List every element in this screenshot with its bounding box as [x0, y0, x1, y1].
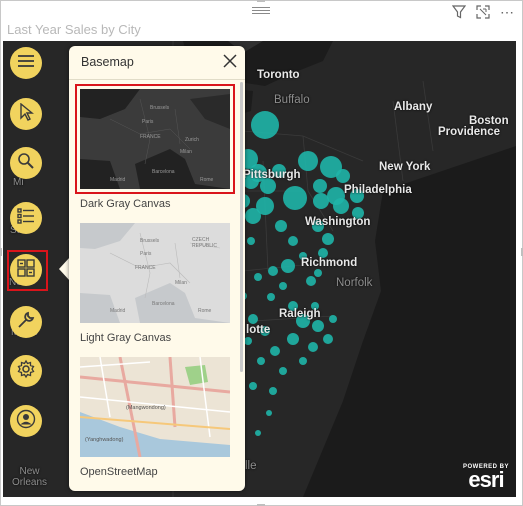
thumb-label: CZECH REPUBLIC: [192, 237, 218, 249]
thumb-label: FRANCE: [140, 134, 161, 140]
select-button[interactable]: [10, 98, 42, 130]
visual-title: Last Year Sales by City: [7, 22, 141, 37]
thumb-label: Brussels: [140, 238, 160, 244]
thumb-label: (Mangwondong): [126, 405, 166, 411]
focus-mode-icon[interactable]: [475, 4, 491, 20]
basemap-panel: Basemap Brussels Paris FRANCE Zurich Mil…: [69, 46, 245, 491]
city-label-albany: Albany: [394, 101, 433, 113]
resize-handle-top[interactable]: [257, 0, 265, 2]
panel-scrollbar[interactable]: [240, 82, 243, 372]
thumb-label: Brussels: [150, 105, 170, 111]
basemap-button-highlight: [7, 250, 48, 291]
more-options-icon[interactable]: ⋯: [499, 4, 515, 20]
basemap-thumb-openstreetmap[interactable]: (Mangwondong) (Yanghwadong): [80, 357, 230, 457]
city-label-richmond: Richmond: [301, 257, 358, 269]
city-label-buffalo: Buffalo: [274, 94, 310, 106]
menu-button[interactable]: [10, 47, 42, 79]
panel-divider: [69, 79, 245, 80]
basemap-label-openstreetmap[interactable]: OpenStreetMap: [80, 466, 158, 478]
city-label-washington: Washington: [305, 216, 371, 228]
city-label-raleigh: Raleigh: [279, 308, 321, 320]
map-toolbar: [3, 41, 53, 497]
thumb-label: Barcelona: [152, 301, 175, 307]
city-label-philadelphia: Philadelphia: [344, 184, 412, 196]
tools-wrench-icon: [17, 311, 35, 334]
thumb-label: Rome: [198, 308, 212, 314]
city-label-norfolk: Norfolk: [336, 277, 373, 289]
drag-handle-icon[interactable]: [252, 5, 270, 14]
city-label-toronto: Toronto: [257, 69, 300, 81]
thumb-label: Milan: [175, 280, 187, 286]
filter-icon[interactable]: [451, 4, 467, 20]
thumb-label: Milan: [180, 149, 192, 155]
basemap-thumb-light-gray[interactable]: Brussels Paris CZECH REPUBLIC FRANCE Mil…: [80, 223, 230, 323]
thumb-label: (Yanghwadong): [85, 437, 124, 443]
esri-attribution: POWERED BY esri: [463, 464, 509, 492]
esri-logo: esri: [468, 467, 504, 492]
city-label-new-york: New York: [379, 161, 431, 173]
thumb-label: Zurich: [185, 137, 199, 143]
basemap-panel-title: Basemap: [81, 55, 134, 69]
thumb-label: Madrid: [110, 177, 126, 183]
select-pointer-icon: [18, 102, 34, 126]
settings-gear-icon: [16, 359, 36, 384]
thumb-label: FRANCE: [135, 265, 156, 271]
city-label-jacksonville-partial: lle: [245, 460, 257, 472]
search-button[interactable]: [10, 147, 42, 179]
user-avatar-icon: [16, 409, 36, 434]
basemap-label-light-gray[interactable]: Light Gray Canvas: [80, 332, 171, 344]
menu-icon: [17, 54, 35, 73]
map-canvas[interactable]: Toronto Buffalo Albany Boston Providence…: [3, 41, 516, 497]
dark-thumb-labels: Brussels Paris FRANCE Zurich Milan Madri…: [80, 89, 230, 189]
resize-handle-left[interactable]: [0, 248, 2, 256]
account-button[interactable]: [10, 405, 42, 437]
city-label-pittsburgh: Pittsburgh: [243, 169, 301, 181]
basemap-thumb-dark-gray[interactable]: Brussels Paris FRANCE Zurich Milan Madri…: [80, 89, 230, 189]
search-icon: [17, 152, 35, 175]
layers-list-icon: [17, 207, 35, 230]
thumb-label: Paris: [140, 251, 152, 257]
osm-thumb-labels: (Mangwondong) (Yanghwadong): [80, 357, 230, 457]
light-thumb-labels: Brussels Paris CZECH REPUBLIC FRANCE Mil…: [80, 223, 230, 323]
settings-button[interactable]: [10, 355, 42, 387]
basemap-label-dark-gray[interactable]: Dark Gray Canvas: [80, 198, 170, 210]
thumb-label: Madrid: [110, 308, 126, 314]
city-label-charlotte-partial: lotte: [246, 324, 271, 336]
layers-button[interactable]: [10, 202, 42, 234]
thumb-label: Barcelona: [152, 169, 175, 175]
city-label-providence: Providence: [438, 126, 500, 138]
tools-button[interactable]: [10, 306, 42, 338]
close-icon[interactable]: [223, 54, 237, 68]
visual-header-icons: ⋯: [451, 4, 515, 20]
thumb-label: Rome: [200, 177, 214, 183]
thumb-label: Paris: [142, 119, 154, 125]
